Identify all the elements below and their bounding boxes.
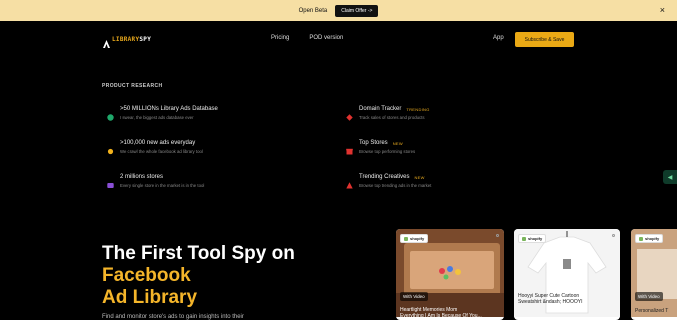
status-dot-icon [496, 234, 499, 237]
product-card[interactable]: shopify With Video Heartlight Memories M… [396, 229, 504, 320]
menu-heading: PRODUCT RESEARCH [102, 83, 163, 89]
new-badge: NEW [414, 174, 425, 180]
logo-mark-icon [103, 35, 110, 48]
menu-item-title: Trending Creatives [359, 174, 410, 180]
menu-item-title: Top Stores [359, 140, 388, 146]
hero-subtitle: Find and monitor store's ads to gain ins… [102, 314, 244, 320]
hero-line-3: Ad Library [102, 287, 198, 308]
with-video-tag: With Video [400, 292, 428, 301]
menu-item-title: >50 MILLIONs Library Ads Database [120, 106, 218, 112]
top-stores-icon [346, 142, 353, 155]
nav-link-app[interactable]: App [493, 35, 504, 41]
shopify-icon [522, 236, 526, 241]
close-icon[interactable]: × [660, 5, 665, 15]
menu-item-desc: Track sales of stores and products [359, 115, 425, 120]
card-title: Hooyyi Super Cute Cartoon Sweatshirt &nda… [518, 293, 583, 305]
menu-item-title: Domain Tracker [359, 106, 402, 112]
nav-links: Pricing POD version [271, 35, 343, 41]
chat-widget-button[interactable]: ◀ [663, 170, 677, 184]
status-dot-icon [612, 234, 615, 237]
menu-item-stores[interactable]: 2 millions stores Every single store in … [107, 174, 204, 188]
trending-badge: TRENDING [406, 106, 430, 112]
product-card[interactable]: shopify Hooyyi Super Cute Cartoon Sweatsh… [514, 229, 620, 320]
chat-icon: ◀ [667, 174, 673, 181]
shopify-badge: shopify [518, 234, 547, 243]
shopify-badge: shopify [635, 234, 664, 243]
shopify-icon [639, 236, 643, 241]
navbar: LIBRARYSPY Pricing POD version App Subsc… [0, 21, 677, 59]
shopify-icon [404, 236, 408, 241]
domain-icon [346, 108, 353, 121]
claim-offer-button[interactable]: Claim Offer -> [335, 4, 379, 17]
nav-link-pod-version[interactable]: POD version [309, 35, 343, 41]
menu-item-desc: I swear, the biggest ads database ever [120, 115, 194, 120]
banner-text: Open Beta [298, 7, 328, 14]
menu-item-desc: Every single store in the market is in t… [120, 183, 205, 188]
nav-link-pricing[interactable]: Pricing [271, 35, 289, 41]
hero-heading: The First Tool Spy on Facebook Ad Librar… [102, 243, 295, 309]
lightning-icon [107, 142, 114, 155]
logo-text: LIBRARYSPY [112, 35, 152, 43]
card-title: Personalized T [635, 308, 669, 314]
product-card[interactable]: shopify With Video Personalized T [631, 229, 677, 320]
subscribe-button[interactable]: Subscribe & Save [515, 32, 574, 47]
menu-item-title: >100,000 new ads everyday [120, 140, 196, 146]
shopify-badge: shopify [400, 234, 429, 243]
card-title: Heartlight Memories Mom Everything I Am I… [400, 307, 482, 319]
menu-item-new-ads[interactable]: >100,000 new ads everyday We crawl the w… [107, 140, 203, 155]
announcement-banner: Open Beta Claim Offer -> × [0, 0, 677, 21]
database-icon [107, 108, 114, 121]
menu-item-desc: Browse top trending ads in the market [359, 183, 432, 188]
creatives-icon [346, 176, 353, 189]
with-video-tag: With Video [635, 292, 663, 301]
logo[interactable]: LIBRARYSPY [103, 35, 152, 48]
menu-item-top-stores[interactable]: Top Stores NEW Browse top performing stor… [346, 140, 416, 155]
menu-item-domain-tracker[interactable]: Domain Tracker TRENDING Track sales of st… [346, 106, 430, 121]
new-badge: NEW [392, 140, 403, 146]
menu-item-database[interactable]: >50 MILLIONs Library Ads Database I swea… [107, 106, 218, 121]
menu-item-title: 2 millions stores [120, 174, 164, 180]
menu-item-desc: Browse top performing stores [359, 149, 416, 154]
menu-item-trending-creatives[interactable]: Trending Creatives NEW Browse top trendin… [346, 174, 432, 189]
menu-item-desc: We crawl the whole facebook ad library t… [120, 149, 203, 154]
hero-line-2: Facebook [102, 265, 191, 286]
hero-line-1: The First Tool Spy on [102, 243, 295, 264]
store-icon [107, 176, 114, 188]
